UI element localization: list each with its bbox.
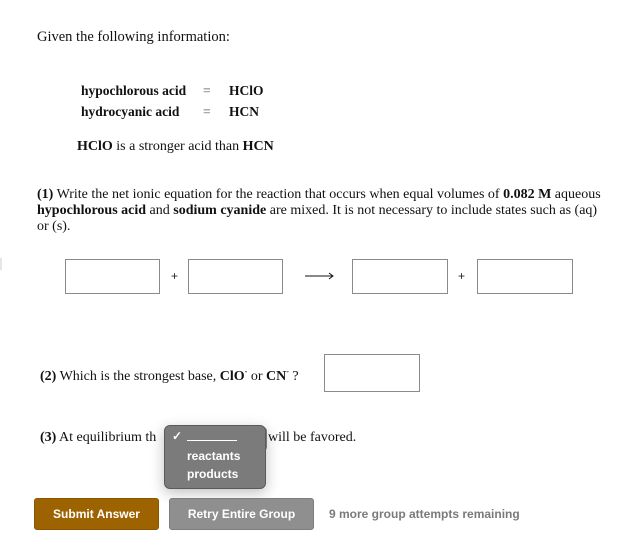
reagent-2: sodium cyanide xyxy=(173,203,267,218)
base-2: CN xyxy=(266,369,287,384)
dropdown-option-reactants[interactable]: reactants xyxy=(187,449,240,463)
stronger-acid: HClO xyxy=(77,139,113,154)
reaction-arrow-icon xyxy=(305,272,334,280)
question-number: (1) xyxy=(37,187,54,202)
plus-sign: + xyxy=(171,269,179,283)
definition-row: hypochlorous acid = HClO xyxy=(81,80,264,101)
statement-text: is a stronger acid than xyxy=(112,139,243,154)
definitions-table: hypochlorous acid = HClO hydrocyanic aci… xyxy=(81,80,264,122)
acid-name: hypochlorous acid xyxy=(81,82,187,98)
reactant-1-input[interactable] xyxy=(65,259,160,294)
edge-mark xyxy=(0,258,2,270)
reagent-1: hypochlorous acid xyxy=(37,203,147,218)
question-3-text: (3) At equilibrium th xyxy=(40,430,156,446)
checkmark-icon: ✓ xyxy=(172,429,183,443)
submit-answer-button[interactable]: Submit Answer xyxy=(34,498,159,530)
question-text: aqueous xyxy=(551,187,601,202)
acid-formula: HClO xyxy=(229,82,264,98)
equals-sign: = xyxy=(203,82,211,98)
acid-formula: HCN xyxy=(229,103,259,119)
weaker-acid: HCN xyxy=(242,139,274,154)
dropdown-option-blank[interactable] xyxy=(187,431,237,441)
product-1-input[interactable] xyxy=(352,259,448,294)
question-text: ? xyxy=(288,369,299,384)
equilibrium-dropdown-menu[interactable]: ✓ reactants products xyxy=(164,425,266,489)
question-number: (3) xyxy=(40,430,57,445)
acid-name: hydrocyanic acid xyxy=(81,103,180,119)
base-1: ClO xyxy=(219,369,245,384)
definition-row: hydrocyanic acid = HCN xyxy=(81,101,264,122)
question-text: At equilibrium th xyxy=(56,430,157,445)
attempts-remaining: 9 more group attempts remaining xyxy=(329,507,520,521)
retry-entire-group-button[interactable]: Retry Entire Group xyxy=(169,498,314,530)
strongest-base-input[interactable] xyxy=(324,354,420,392)
reactant-2-input[interactable] xyxy=(188,259,283,294)
question-2-text: (2) Which is the strongest base, ClO- or… xyxy=(40,367,299,385)
question-1-text: (1) Write the net ionic equation for the… xyxy=(37,187,602,235)
question-text: Write the net ionic equation for the rea… xyxy=(53,187,504,202)
product-2-input[interactable] xyxy=(477,259,573,294)
question-text: and xyxy=(146,203,174,218)
question-text: or xyxy=(247,369,266,384)
question-3-text-end: will be favored. xyxy=(268,430,357,445)
equals-sign: = xyxy=(203,103,211,119)
concentration: 0.082 M xyxy=(503,187,552,202)
plus-sign: + xyxy=(458,269,466,283)
acid-strength-statement: HClO is a stronger acid than HCN xyxy=(77,139,274,155)
intro-text: Given the following information: xyxy=(37,29,230,45)
question-text: Which is the strongest base, xyxy=(56,369,220,384)
question-number: (2) xyxy=(40,369,57,384)
dropdown-option-products[interactable]: products xyxy=(187,467,238,481)
